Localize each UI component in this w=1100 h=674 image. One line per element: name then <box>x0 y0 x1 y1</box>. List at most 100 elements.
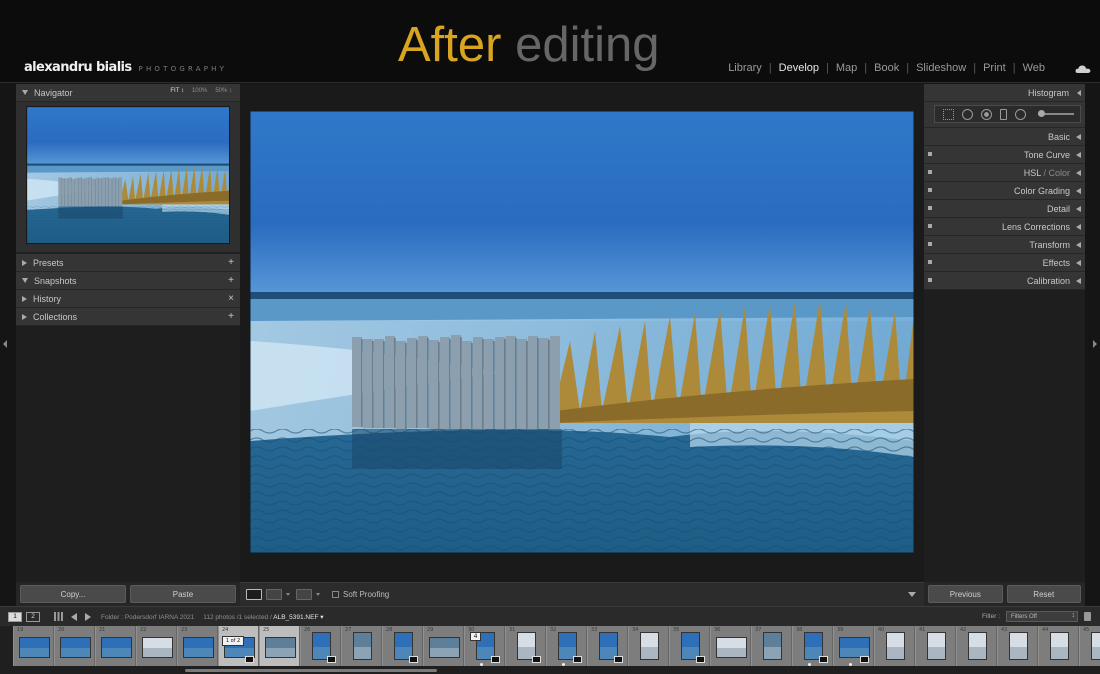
filmstrip-cell[interactable]: 44 <box>1038 626 1079 666</box>
filmstrip-thumbnail[interactable] <box>265 637 296 658</box>
paste-button[interactable]: Paste <box>130 585 236 603</box>
before-after-menu-arrow-icon[interactable] <box>286 593 290 596</box>
history-header[interactable]: History × <box>16 290 240 308</box>
color-grading-header[interactable]: Color Grading <box>924 182 1085 200</box>
module-slideshow[interactable]: Slideshow <box>909 62 973 74</box>
stack-badge[interactable]: 1 of 2 <box>222 636 244 646</box>
filmstrip-cell[interactable]: 42 <box>956 626 997 666</box>
secondary-window-button[interactable]: 2 <box>26 611 40 622</box>
calibration-header[interactable]: Calibration <box>924 272 1085 290</box>
snapshots-header[interactable]: Snapshots + <box>16 272 240 290</box>
right-panel-toggle-icon[interactable] <box>1093 340 1097 348</box>
navigator-header[interactable]: Navigator FIT ↕ 100% 50% ↕ <box>16 84 240 102</box>
before-after-swap-icon[interactable] <box>296 589 312 600</box>
filmstrip-thumbnail[interactable] <box>763 632 782 660</box>
module-print[interactable]: Print <box>976 62 1013 74</box>
transform-header[interactable]: Transform <box>924 236 1085 254</box>
module-book[interactable]: Book <box>867 62 906 74</box>
filmstrip-thumbnail[interactable] <box>1091 632 1100 660</box>
color-tab[interactable]: Color <box>1048 168 1070 178</box>
zoom-100[interactable]: 100% <box>192 88 207 94</box>
filmstrip-cell[interactable]: 29 <box>423 626 464 666</box>
lens-corrections-header[interactable]: Lens Corrections <box>924 218 1085 236</box>
filmstrip-cell[interactable]: 35 <box>669 626 710 666</box>
filmstrip-thumbnail[interactable] <box>839 637 870 658</box>
filmstrip-cell[interactable]: 39 <box>833 626 874 666</box>
filmstrip-cell[interactable]: 34 <box>628 626 669 666</box>
filmstrip-thumbnail[interactable] <box>19 637 50 658</box>
filmstrip-cell[interactable]: 20 <box>54 626 95 666</box>
panel-switch-icon[interactable] <box>928 260 932 264</box>
filmstrip-cell[interactable]: 45 <box>1079 626 1100 666</box>
main-photo[interactable] <box>250 111 914 553</box>
filmstrip-cell[interactable]: 38 <box>792 626 833 666</box>
clear-history-icon[interactable]: × <box>228 293 234 304</box>
toolbar-content-menu-icon[interactable] <box>908 592 916 597</box>
graduated-filter-icon[interactable] <box>1000 108 1007 120</box>
filmstrip-thumbnail[interactable] <box>429 637 460 658</box>
filmstrip-cell[interactable]: 32 <box>546 626 587 666</box>
zoom-50[interactable]: 50% ↕ <box>215 88 232 94</box>
panel-switch-icon[interactable] <box>928 188 932 192</box>
module-library[interactable]: Library <box>721 62 769 74</box>
filmstrip-cell[interactable]: 37 <box>751 626 792 666</box>
red-eye-icon[interactable] <box>981 108 992 120</box>
grid-view-icon[interactable] <box>54 612 63 621</box>
filmstrip-thumbnail[interactable] <box>1050 632 1069 660</box>
filmstrip-source-info[interactable]: Folder : Podersdorf IARNA 2021 112 photo… <box>101 613 324 621</box>
cloud-icon[interactable] <box>1075 64 1091 74</box>
swap-menu-arrow-icon[interactable] <box>316 593 320 596</box>
module-map[interactable]: Map <box>829 62 864 74</box>
filmstrip-cell[interactable]: 43 <box>997 626 1038 666</box>
loupe-view-icon[interactable] <box>246 589 262 600</box>
filmstrip-cell[interactable]: 40 <box>874 626 915 666</box>
filmstrip-thumbnail[interactable] <box>183 637 214 658</box>
filmstrip-thumbnail[interactable] <box>142 637 173 658</box>
tone-curve-header[interactable]: Tone Curve <box>924 146 1085 164</box>
filter-select[interactable]: Filters Off <box>1006 611 1078 622</box>
module-web[interactable]: Web <box>1016 62 1052 74</box>
zoom-fit[interactable]: FIT ↕ <box>170 88 184 94</box>
filmstrip-cell[interactable]: 33 <box>587 626 628 666</box>
forward-arrow-icon[interactable] <box>85 612 91 621</box>
filmstrip-thumbnail[interactable] <box>968 632 987 660</box>
panel-switch-icon[interactable] <box>928 224 932 228</box>
collections-header[interactable]: Collections + <box>16 308 240 326</box>
identity-plate[interactable]: alexandru bialis PHOTOGRAPHY <box>24 60 227 75</box>
panel-switch-icon[interactable] <box>928 170 932 174</box>
filmstrip-cell[interactable]: 24 1 of 2 <box>218 626 259 666</box>
histogram-header[interactable]: Histogram <box>924 84 1085 102</box>
radial-filter-icon[interactable] <box>1015 108 1026 120</box>
detail-header[interactable]: Detail <box>924 200 1085 218</box>
filmstrip-thumbnail[interactable] <box>101 637 132 658</box>
filmstrip-scrollbar[interactable] <box>185 669 437 672</box>
before-after-view-icon[interactable] <box>266 589 282 600</box>
stack-count-badge[interactable]: 4 <box>470 632 481 641</box>
filmstrip-cell[interactable]: 26 <box>300 626 341 666</box>
filmstrip-thumbnail[interactable] <box>927 632 946 660</box>
back-arrow-icon[interactable] <box>71 612 77 621</box>
panel-switch-icon[interactable] <box>928 278 932 282</box>
filmstrip-cell[interactable]: 21 <box>95 626 136 666</box>
filter-lock-icon[interactable] <box>1084 612 1091 621</box>
filmstrip-cell[interactable]: 19 <box>13 626 54 666</box>
module-develop[interactable]: Develop <box>772 62 826 74</box>
filmstrip-cell[interactable]: 27 <box>341 626 382 666</box>
panel-switch-icon[interactable] <box>928 242 932 246</box>
filmstrip-cell[interactable]: 25 <box>259 626 300 666</box>
add-collection-icon[interactable]: + <box>228 311 234 322</box>
adjustment-brush-slider-icon[interactable] <box>1038 110 1074 117</box>
copy-button[interactable]: Copy... <box>20 585 126 603</box>
hsl-tab[interactable]: HSL <box>1024 168 1041 178</box>
add-snapshot-icon[interactable]: + <box>228 275 234 286</box>
spot-removal-icon[interactable] <box>962 108 973 120</box>
add-preset-icon[interactable]: + <box>228 257 234 268</box>
filmstrip-cell[interactable]: 30 4 <box>464 626 505 666</box>
filmstrip-cell[interactable]: 22 <box>136 626 177 666</box>
main-window-button[interactable]: 1 <box>8 611 22 622</box>
reset-button[interactable]: Reset <box>1006 585 1081 603</box>
panel-switch-icon[interactable] <box>928 152 932 156</box>
crop-overlay-icon[interactable] <box>943 108 954 120</box>
basic-header[interactable]: Basic <box>924 128 1085 146</box>
soft-proofing-checkbox[interactable] <box>332 591 339 598</box>
